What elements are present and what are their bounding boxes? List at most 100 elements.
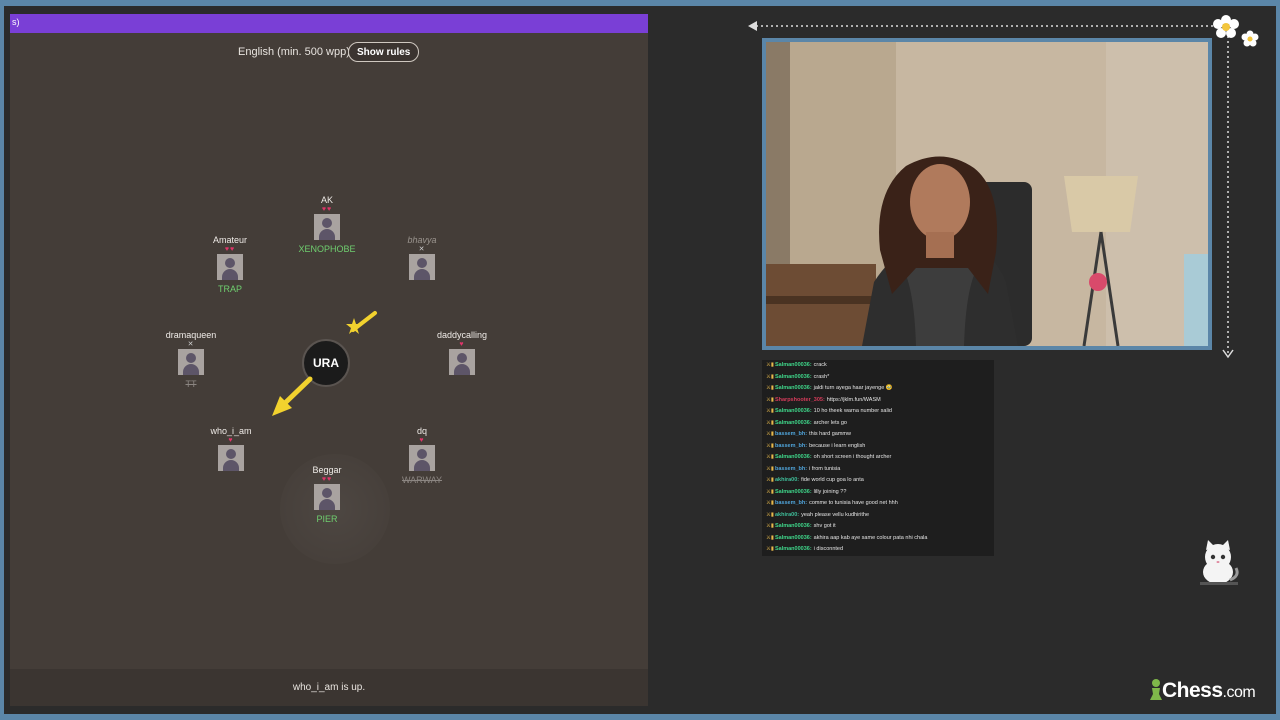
chat-badge-icon: ⚔▮: [766, 465, 774, 472]
eliminated-icon: ✕: [187, 341, 195, 348]
chat-badge-icon: ⚔▮: [766, 385, 774, 391]
brand-suffix: .com: [1222, 684, 1256, 701]
player-who-i-am: who_i_am ♥: [176, 425, 286, 486]
player-name: dramaqueen: [165, 330, 217, 340]
lives-hearts: ♥: [228, 437, 234, 444]
avatar: [314, 214, 340, 240]
chat-username: Sharpshooter_305:: [774, 396, 825, 403]
frame-border-right: [1276, 0, 1280, 720]
player-daddycalling: daddycalling ♥: [407, 329, 517, 390]
lives-hearts: ♥♥: [321, 476, 333, 483]
chat-message: ⚔▮Salman00036: jaldi turn ayega haar jaye…: [762, 383, 994, 395]
chat-message: ⚔▮Salman00036: lilly joining ??: [762, 487, 994, 499]
chat-text: crash*: [813, 373, 830, 380]
chat-username: akhira00:: [774, 477, 800, 483]
chat-message: ⚔▮akhira00: yeah please vellu kudhirithe: [762, 510, 994, 522]
last-word: XENOPHOBE: [298, 244, 356, 254]
chat-username: bassem_bh:: [774, 442, 808, 449]
chat-username: Salman00036:: [774, 488, 812, 495]
chat-text: jaldi turn ayega haar jayenge 🥹: [813, 385, 893, 391]
chat-message: ⚔▮Salman00036: crash*: [762, 372, 994, 384]
chat-message: ⚔▮Sharpshooter_305: https://jklm.fun/WASM: [762, 395, 994, 407]
chat-text: fide world cup goa lo anta: [801, 477, 864, 483]
chat-username: Salman00036:: [774, 362, 812, 368]
turn-arrow-icon: [272, 376, 313, 416]
player-beggar: Beggar ♥♥ PIER: [272, 464, 382, 525]
chat-message: ⚔▮Salman00036: shv got it: [762, 521, 994, 533]
player-name: Beggar: [312, 465, 342, 475]
player-ak: AK ♥♥ XENOPHOBE: [272, 194, 382, 255]
chat-message: ⚔▮Salman00036: i disconnted: [762, 544, 994, 556]
chat-username: Salman00036:: [774, 546, 812, 552]
avatar: [218, 445, 244, 471]
chat-text: this hard gammw: [809, 431, 851, 437]
chat-badge-icon: ⚔▮: [766, 534, 774, 541]
chat-message: ⚔▮bassem_bh: i from tunisia: [762, 464, 994, 476]
avatar: [409, 254, 435, 280]
chat-badge-icon: ⚔▮: [766, 396, 774, 403]
player-name: bhavya: [407, 235, 437, 245]
game-panel: s) English (min. 500 wpp) Show rules AK …: [10, 14, 648, 706]
chess-com-logo: Chess.com: [1162, 679, 1256, 703]
chat-text: oh short screen i thought archer: [813, 454, 892, 460]
player-name: Amateur: [212, 235, 247, 245]
chat-username: Salman00036:: [774, 385, 812, 391]
cat-sticker-icon: [1200, 540, 1239, 585]
chat-badge-icon: ⚔▮: [766, 419, 774, 426]
show-rules-button[interactable]: Show rules: [348, 42, 420, 62]
player-name: who_i_am: [210, 426, 252, 436]
turn-status-bar: who_i_am is up.: [10, 669, 648, 706]
avatar: [217, 254, 243, 280]
webcam-feed: [762, 38, 1212, 350]
chat-username: akhira00:: [774, 511, 800, 518]
chat-badge-icon: ⚔▮: [766, 408, 774, 414]
chat-username: Salman00036:: [774, 419, 812, 426]
last-word: [367, 283, 477, 295]
chat-badge-icon: ⚔▮: [766, 488, 774, 495]
last-word: PIER: [316, 514, 338, 524]
chat-username: bassem_bh:: [774, 431, 808, 437]
chat-message: ⚔▮bassem_bh: this hard gammw: [762, 429, 994, 441]
chat-username: Salman00036:: [774, 523, 812, 529]
chat-username: bassem_bh:: [774, 500, 808, 506]
language-label: English (min. 500 wpp): [238, 46, 350, 58]
flower-decoration-icon: [1213, 15, 1259, 47]
frame-border-top: [0, 0, 1280, 6]
chat-badge-icon: ⚔▮: [766, 511, 774, 518]
player-name: daddycalling: [436, 330, 488, 340]
chat-username: Salman00036:: [774, 454, 812, 460]
chat-text: akhira aap kab aye same colour pata nhi …: [813, 534, 928, 541]
lives-hearts: ♥♥: [321, 206, 333, 213]
chat-text: crack: [813, 362, 827, 368]
chat-text: https://jklm.fun/WASM: [826, 396, 881, 403]
last-word: TT: [185, 379, 197, 389]
chat-username: bassem_bh:: [774, 465, 808, 472]
chat-text: comme to tunisia have good net hhh: [809, 500, 898, 506]
chat-badge-icon: ⚔▮: [766, 362, 774, 368]
chat-message: ⚔▮bassem_bh: comme to tunisia have good n…: [762, 498, 994, 510]
last-word: [176, 474, 286, 486]
player-name: AK: [320, 195, 333, 205]
chat-badge-icon: ⚔▮: [766, 477, 774, 483]
chat-panel: ⚔▮Salman00036: crack ⚔▮Salman00036: crash* ⚔…: [762, 360, 994, 556]
player-bhavya: bhavya ✕: [367, 234, 477, 295]
last-word: WARWAY: [402, 475, 442, 485]
chat-text: yeah please vellu kudhirithe: [801, 511, 870, 518]
avatar: [449, 349, 475, 375]
chat-message: ⚔▮akhira00: fide world cup goa lo anta: [762, 475, 994, 487]
player-dramaqueen: dramaqueen ✕ TT: [136, 329, 246, 390]
chat-text: 10 ho theek warna number salid: [813, 408, 892, 414]
chat-badge-icon: ⚔▮: [766, 373, 774, 380]
chat-message: ⚔▮bassem_bh: because i learn english: [762, 441, 994, 453]
fuse-spark-icon: [346, 311, 377, 334]
chat-message: ⚔▮Salman00036: akhira aap kab aye same co…: [762, 533, 994, 545]
chat-text: i disconnted: [813, 546, 844, 552]
last-word: [407, 378, 517, 390]
frame-border-left: [0, 0, 4, 720]
top-bar-text: s): [12, 17, 20, 27]
frame-border-bottom: [0, 714, 1280, 720]
avatar: [314, 484, 340, 510]
chat-username: Salman00036:: [774, 408, 812, 414]
avatar: [409, 445, 435, 471]
lives-hearts: ♥: [419, 437, 425, 444]
